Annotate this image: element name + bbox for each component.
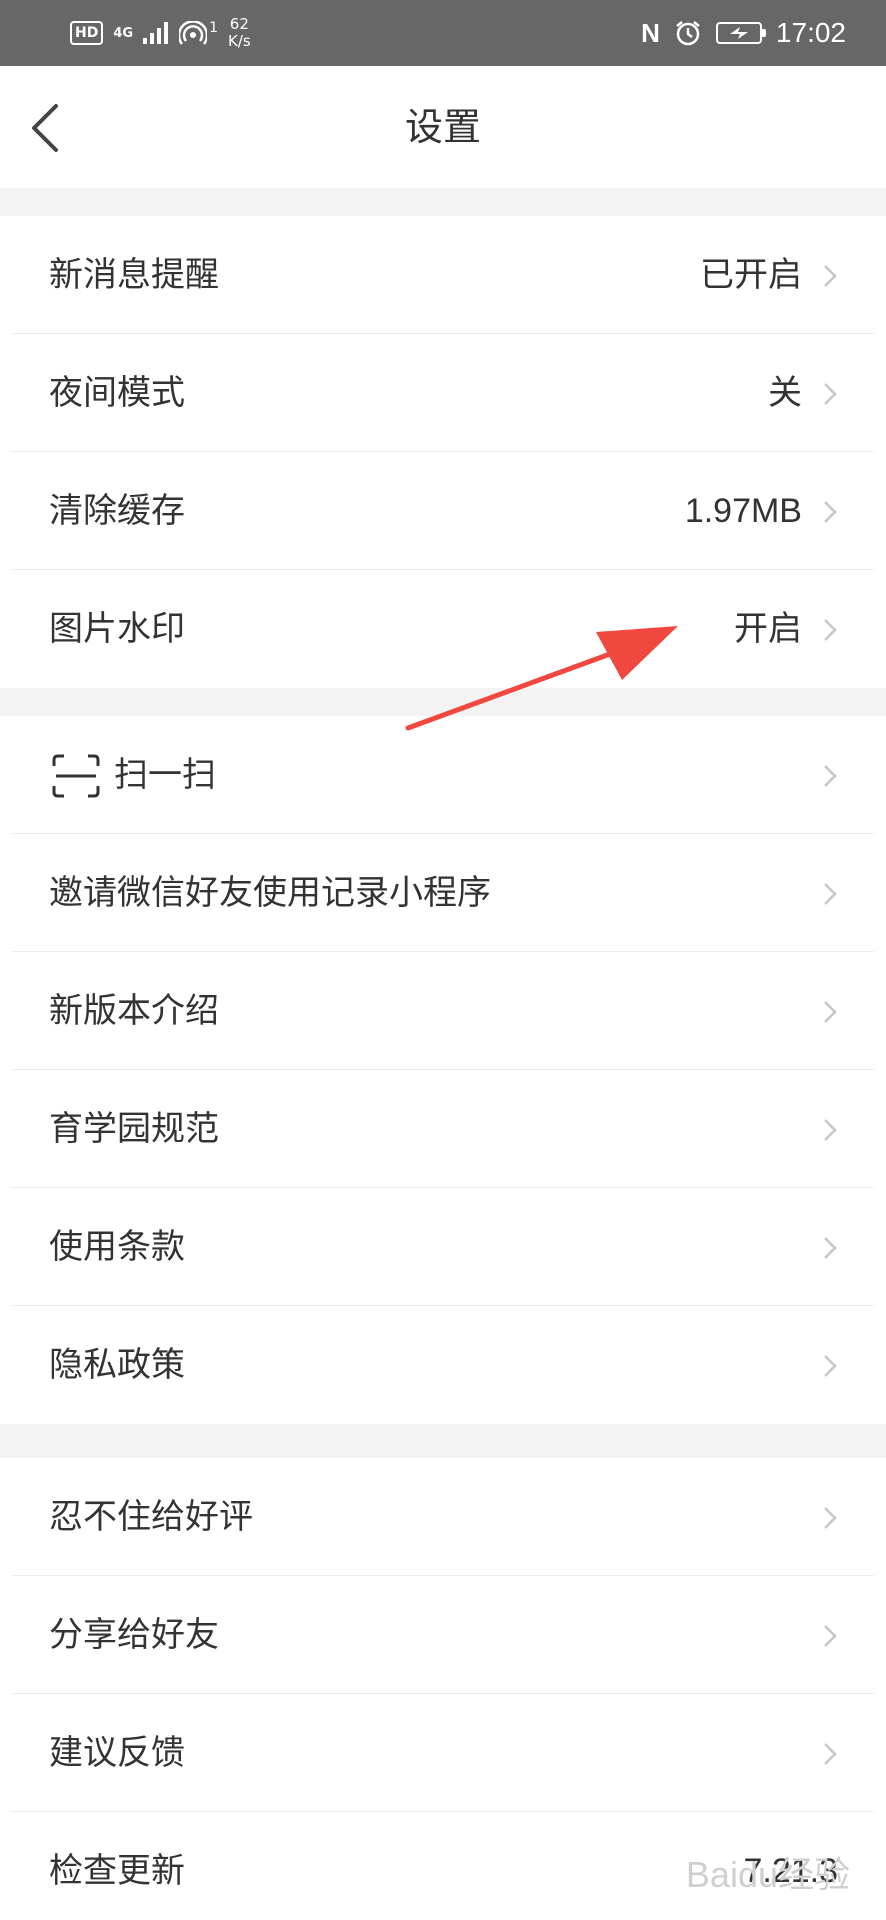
chevron-right-icon: [824, 1237, 837, 1259]
setting-clear-cache[interactable]: 清除缓存 1.97MB: [12, 452, 874, 570]
chevron-right-icon: [824, 1119, 837, 1141]
setting-label: 建议反馈: [49, 1733, 185, 1773]
settings-group-about: 扫一扫 邀请微信好友使用记录小程序 新版本介绍 育学园规范 使用条款 隐私政策: [0, 716, 886, 1424]
setting-label: 检查更新: [49, 1851, 185, 1891]
network-speed-value: 62: [229, 15, 249, 33]
setting-label: 新版本介绍: [49, 991, 219, 1031]
nav-bar: 设置: [0, 66, 886, 188]
signal-icon: [143, 22, 169, 44]
setting-give-rating[interactable]: 忍不住给好评: [12, 1458, 874, 1576]
setting-feedback[interactable]: 建议反馈: [12, 1694, 874, 1812]
status-left: HD 4G 1 62 K/s: [70, 12, 251, 54]
alarm-icon: [676, 21, 700, 46]
setting-label: 隐私政策: [49, 1345, 185, 1385]
chevron-right-icon: [824, 619, 837, 641]
setting-label: 使用条款: [49, 1227, 185, 1267]
chevron-right-icon: [824, 1507, 837, 1529]
page-title: 设置: [404, 105, 481, 149]
setting-community-rules[interactable]: 育学园规范: [12, 1070, 874, 1188]
status-right: N 17:02: [641, 12, 846, 54]
chevron-right-icon: [824, 265, 837, 287]
setting-label: 忍不住给好评: [49, 1497, 253, 1537]
chevron-right-icon: [824, 1743, 837, 1765]
setting-invite-wechat-friends[interactable]: 邀请微信好友使用记录小程序: [12, 834, 874, 952]
baidu-watermark: Baidu经验: [685, 1854, 850, 1895]
setting-new-message-alert[interactable]: 新消息提醒 已开启: [12, 216, 874, 334]
setting-privacy-policy[interactable]: 隐私政策: [12, 1306, 874, 1424]
hd-badge: HD: [70, 21, 104, 45]
chevron-right-icon: [824, 1625, 837, 1647]
chevron-right-icon: [824, 501, 837, 523]
status-bar: HD 4G 1 62 K/s N 17:02: [0, 0, 886, 66]
network-speed-unit: K/s: [227, 32, 251, 50]
chevron-right-icon: [824, 883, 837, 905]
setting-night-mode[interactable]: 夜间模式 关: [12, 334, 874, 452]
setting-share-to-friends[interactable]: 分享给好友: [12, 1576, 874, 1694]
setting-image-watermark[interactable]: 图片水印 开启: [12, 570, 874, 688]
setting-label: 育学园规范: [49, 1109, 219, 1149]
chevron-right-icon: [824, 383, 837, 405]
setting-value: 已开启: [700, 256, 802, 294]
setting-terms-of-use[interactable]: 使用条款: [12, 1188, 874, 1306]
setting-label: 分享给好友: [49, 1615, 219, 1655]
setting-value: 1.97MB: [684, 492, 802, 530]
network-speed: 62 K/s: [228, 16, 251, 50]
chevron-right-icon: [824, 1001, 837, 1023]
hotspot-icon: [179, 21, 208, 45]
scan-icon: [52, 754, 100, 798]
chevron-right-icon: [824, 765, 837, 787]
setting-label: 邀请微信好友使用记录小程序: [49, 873, 491, 913]
setting-value: 开启: [734, 610, 802, 648]
setting-label: 清除缓存: [49, 491, 185, 531]
setting-new-version-intro[interactable]: 新版本介绍: [12, 952, 874, 1070]
status-time: 17:02: [775, 17, 846, 48]
setting-label: 新消息提醒: [49, 255, 219, 295]
network-4g-label: 4G: [113, 25, 134, 41]
setting-label: 夜间模式: [49, 373, 185, 413]
setting-label: 图片水印: [49, 609, 185, 649]
setting-value: 关: [768, 374, 802, 412]
setting-scan[interactable]: 扫一扫: [12, 716, 874, 834]
settings-group-preferences: 新消息提醒 已开启 夜间模式 关 清除缓存 1.97MB 图片水印 开启: [0, 216, 886, 688]
chevron-right-icon: [824, 1355, 837, 1377]
hotspot-count: 1: [209, 20, 218, 36]
setting-label: 扫一扫: [114, 755, 216, 795]
nfc-icon: N: [641, 17, 660, 48]
battery-icon: [715, 22, 766, 44]
